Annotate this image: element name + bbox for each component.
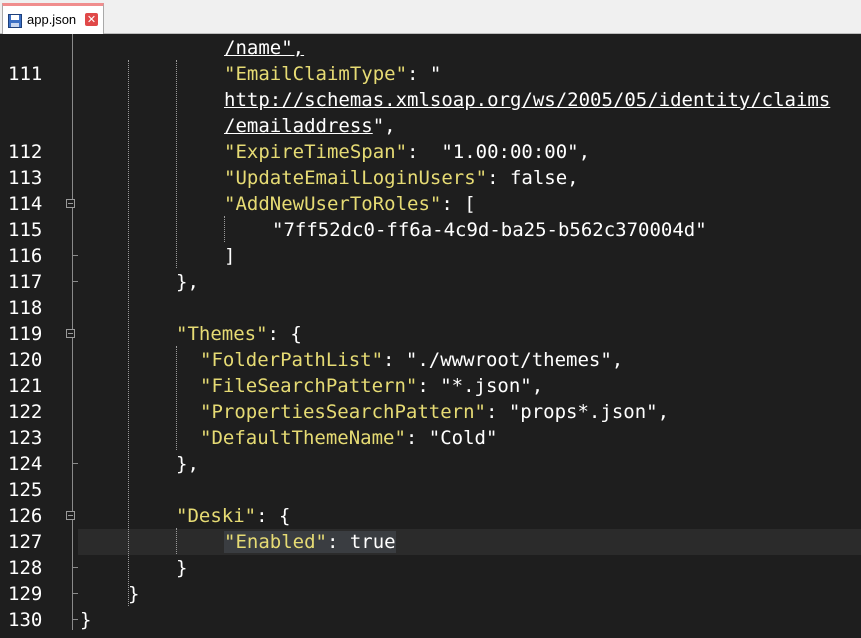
code-line: "EmailClaimType": " [224,61,441,87]
json-key: "DefaultThemeName" [200,427,406,449]
code-line: } [128,581,139,607]
json-key: "UpdateEmailLoginUsers" [224,167,488,189]
json-value: : " [407,63,442,85]
json-key: "Themes" [176,323,268,345]
json-bracket: } [80,609,92,631]
url-link[interactable]: /emailaddress [224,115,373,137]
code-line: "Deski": { [176,503,290,529]
json-key: "ExpireTimeSpan" [224,141,408,163]
line-number: 123 [8,427,43,449]
line-number: 116 [8,245,43,267]
line-number: 124 [8,453,43,475]
line-number: 126 [8,505,43,527]
line-number: 118 [8,297,43,319]
indent-guide [176,528,177,554]
code-editor[interactable]: 111 112 113 114 115 116 117 118 119 120 … [0,34,861,638]
json-bracket: }, [176,271,199,293]
code-line: "PropertiesSearchPattern": "props*.json"… [200,399,669,425]
code-line-wrap: http://schemas.xmlsoap.org/ws/2005/05/id… [224,87,830,113]
fold-end-marker [72,619,78,620]
indent-guide [224,216,225,242]
fold-end-marker [72,593,78,594]
code-line: ] [224,243,235,269]
line-number: 122 [8,401,43,423]
fold-end-marker [72,255,78,256]
line-number: 111 [8,63,43,85]
code-line: "AddNewUserToRoles": [ [224,191,476,217]
line-number: 119 [8,323,43,345]
json-value: ", [372,115,396,137]
fold-toggle-icon[interactable] [66,199,75,208]
indent-guide [176,346,177,450]
tab-bar: app.json ✕ [0,0,861,34]
json-value: "7ff52dc0-ff6a-4c9d-ba25-b562c370004d" [272,219,707,241]
json-bracket: ] [224,245,236,267]
json-value: : "Cold" [405,427,498,449]
json-value: : "*.json", [417,375,544,397]
line-number: 125 [8,479,43,501]
line-number: 114 [8,193,43,215]
line-number: 128 [8,557,43,579]
json-key: "EmailClaimType" [224,63,408,85]
json-value: : "1.00:00:00", [407,141,591,163]
json-value: : { [267,323,302,345]
json-value: : true [326,531,396,553]
indent-guide [176,60,177,268]
fold-end-marker [72,281,78,282]
line-number: 121 [8,375,43,397]
line-number: 113 [8,167,43,189]
json-bracket: } [176,557,188,579]
json-value: : [ [441,193,476,215]
code-line: "DefaultThemeName": "Cold" [200,425,497,451]
code-line: }, [176,269,199,295]
url-link[interactable]: http://schemas.xmlsoap.org/ws/2005/05/id… [224,89,830,111]
code-line-wrap: /emailaddress", [224,113,396,139]
line-number: 117 [8,271,43,293]
json-key-selected: "Enabled" [224,531,327,553]
indent-guide [128,60,129,606]
current-line-highlight [78,529,861,555]
fold-toggle-icon[interactable] [66,511,75,520]
json-value: : "props*.json", [485,401,670,423]
code-line: "7ff52dc0-ff6a-4c9d-ba25-b562c370004d" [272,217,707,243]
json-key: "FolderPathList" [200,349,384,371]
file-save-icon [8,13,22,28]
json-bracket: }, [176,453,199,475]
code-line: "FolderPathList": "./wwwroot/themes", [200,347,623,373]
json-key: "AddNewUserToRoles" [224,193,442,215]
fold-end-marker [72,567,78,568]
code-line: "ExpireTimeSpan": "1.00:00:00", [224,139,590,165]
code-line: /name", [224,35,304,61]
url-fragment[interactable]: /name", [224,37,304,59]
json-bracket: } [128,583,140,605]
tab-app-json[interactable]: app.json ✕ [2,3,104,34]
json-value: : false, [487,167,579,189]
line-number: 115 [8,219,43,241]
line-number: 127 [8,531,43,553]
json-value: : "./wwwroot/themes", [383,349,624,371]
tab-label: app.json [27,12,77,27]
code-line: "FileSearchPattern": "*.json", [200,373,543,399]
code-line: } [80,607,91,633]
json-key: "FileSearchPattern" [200,375,418,397]
code-line: "Enabled": true [224,529,396,555]
json-key: "PropertiesSearchPattern" [200,401,486,423]
line-number: 112 [8,141,43,163]
code-line: }, [176,451,199,477]
fold-end-marker [72,463,78,464]
line-number: 129 [8,583,43,605]
fold-toggle-icon[interactable] [66,329,75,338]
line-number: 120 [8,349,43,371]
close-icon[interactable]: ✕ [85,13,98,26]
code-line: "UpdateEmailLoginUsers": false, [224,165,579,191]
code-line: "Themes": { [176,321,302,347]
line-number: 130 [8,609,43,631]
json-key: "Deski" [176,505,257,527]
json-value: : { [256,505,291,527]
code-line: } [176,555,187,581]
